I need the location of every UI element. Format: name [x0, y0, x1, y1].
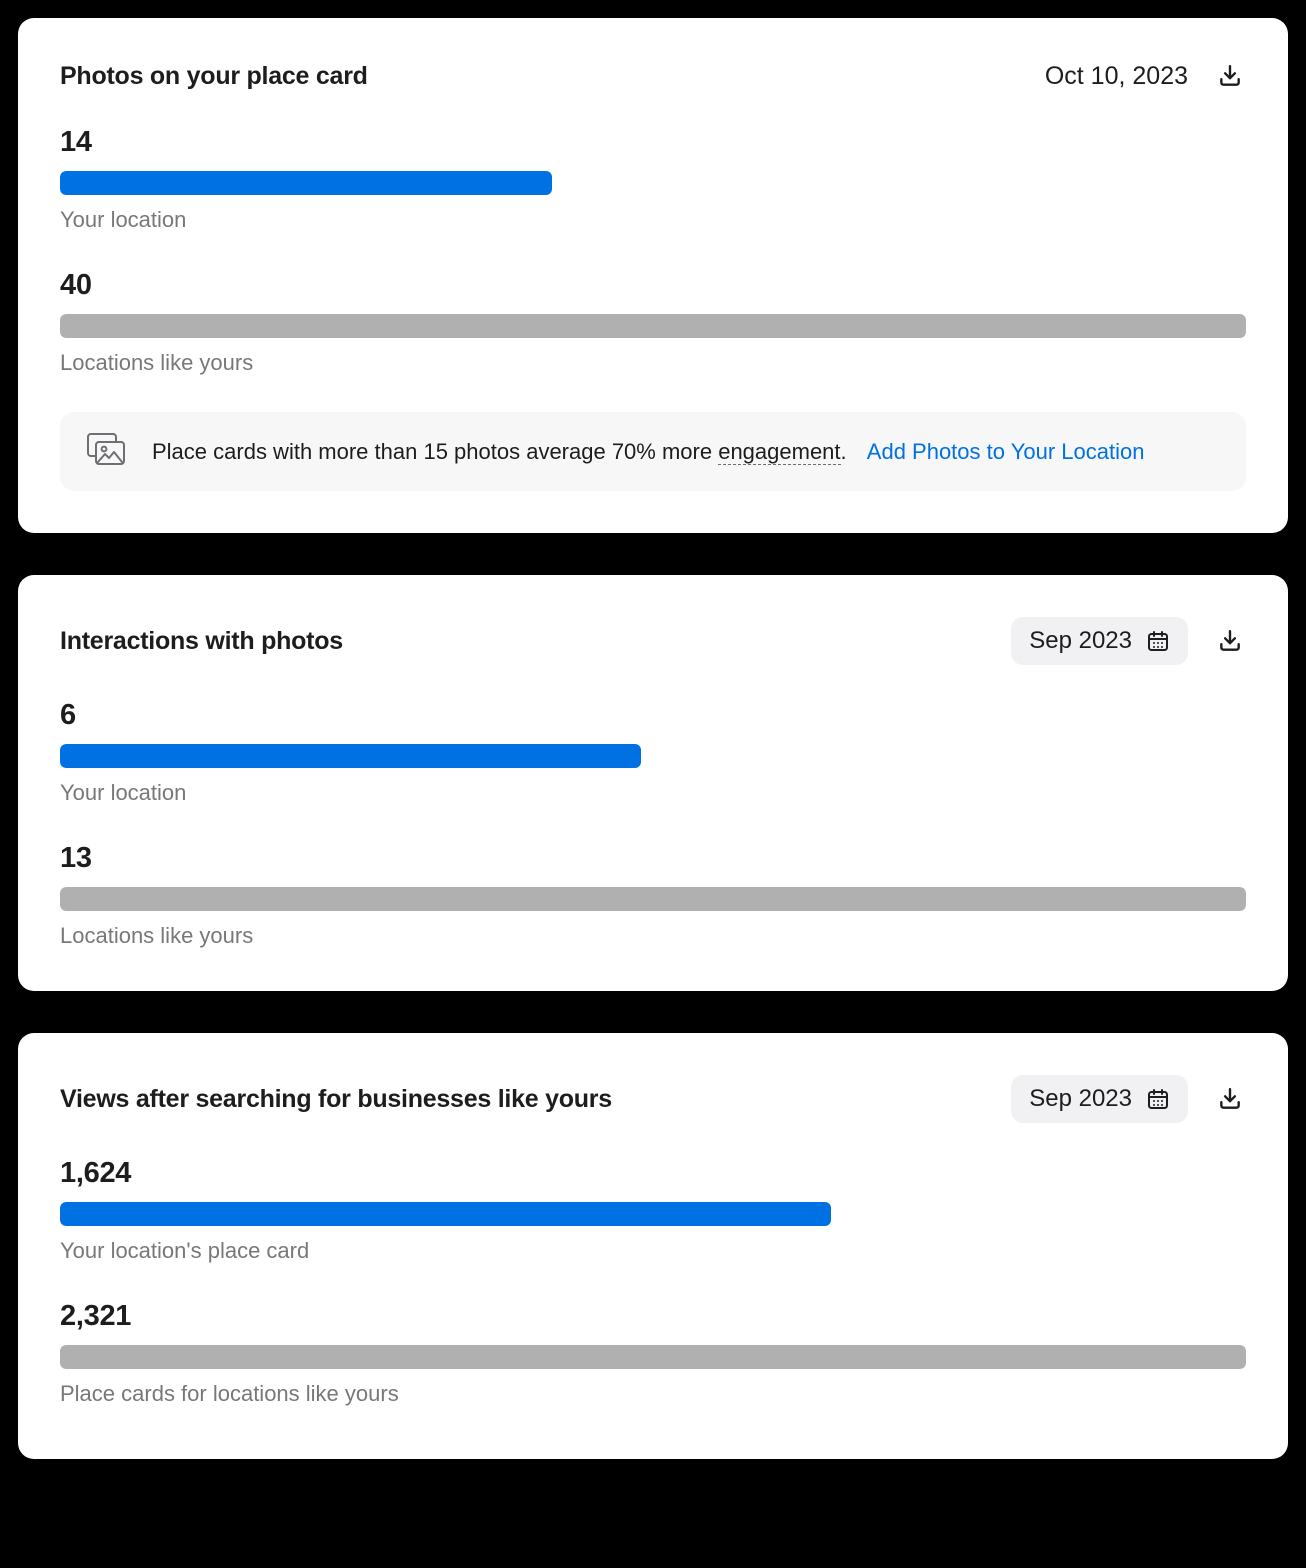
download-button[interactable] — [1214, 60, 1246, 92]
metric-label: Locations like yours — [60, 923, 1246, 949]
card-interactions-with-photos: Interactions with photos Sep 2023 — [18, 575, 1288, 991]
bar-track — [60, 744, 1246, 768]
metric-value: 2,321 — [60, 1300, 1246, 1333]
metric-value: 14 — [60, 126, 1246, 159]
calendar-icon — [1146, 1087, 1170, 1111]
card-photos-on-place-card: Photos on your place card Oct 10, 2023 1… — [18, 18, 1288, 533]
tip-box: Place cards with more than 15 photos ave… — [60, 412, 1246, 491]
bar-track — [60, 314, 1246, 338]
card-header: Photos on your place card Oct 10, 2023 — [60, 60, 1246, 92]
card-views-after-searching: Views after searching for businesses lik… — [18, 1033, 1288, 1459]
metric-label: Locations like yours — [60, 350, 1246, 376]
date-label: Oct 10, 2023 — [1045, 62, 1188, 91]
bar-fill-compare — [60, 887, 1246, 911]
metric-label: Your location's place card — [60, 1238, 1246, 1264]
card-header-right: Sep 2023 — [1011, 617, 1246, 665]
bar-fill-compare — [60, 314, 1246, 338]
card-title: Interactions with photos — [60, 627, 343, 656]
card-title: Views after searching for businesses lik… — [60, 1085, 612, 1114]
date-range-label: Sep 2023 — [1029, 627, 1132, 655]
metric-your-location: 6 Your location — [60, 699, 1246, 806]
bar-fill-self — [60, 1202, 831, 1226]
metric-value: 13 — [60, 842, 1246, 875]
download-icon — [1217, 628, 1243, 654]
bar-track — [60, 1345, 1246, 1369]
download-button[interactable] — [1214, 1083, 1246, 1115]
card-title: Photos on your place card — [60, 62, 368, 91]
metric-your-location: 1,624 Your location's place card — [60, 1157, 1246, 1264]
date-range-picker[interactable]: Sep 2023 — [1011, 1075, 1188, 1123]
photos-icon — [86, 432, 126, 471]
add-photos-link[interactable]: Add Photos to Your Location — [867, 439, 1145, 464]
download-button[interactable] — [1214, 625, 1246, 657]
metric-label: Your location — [60, 780, 1246, 806]
metric-label: Place cards for locations like yours — [60, 1381, 1246, 1407]
card-header: Interactions with photos Sep 2023 — [60, 617, 1246, 665]
metric-your-location: 14 Your location — [60, 126, 1246, 233]
download-icon — [1217, 63, 1243, 89]
metric-value: 1,624 — [60, 1157, 1246, 1190]
metric-value: 40 — [60, 269, 1246, 302]
calendar-icon — [1146, 629, 1170, 653]
metric-locations-like-yours: 40 Locations like yours — [60, 269, 1246, 376]
date-range-label: Sep 2023 — [1029, 1085, 1132, 1113]
bar-track — [60, 887, 1246, 911]
bar-fill-self — [60, 171, 552, 195]
bar-track — [60, 171, 1246, 195]
metric-label: Your location — [60, 207, 1246, 233]
bar-fill-compare — [60, 1345, 1246, 1369]
card-header-right: Sep 2023 — [1011, 1075, 1246, 1123]
tip-underlined-term[interactable]: engagement — [718, 439, 840, 465]
metric-locations-like-yours: 13 Locations like yours — [60, 842, 1246, 949]
download-icon — [1217, 1086, 1243, 1112]
card-header-right: Oct 10, 2023 — [1045, 60, 1246, 92]
tip-text: Place cards with more than 15 photos ave… — [152, 437, 1144, 467]
tip-text-prefix: Place cards with more than 15 photos ave… — [152, 439, 718, 464]
card-header: Views after searching for businesses lik… — [60, 1075, 1246, 1123]
tip-text-suffix: . — [841, 439, 847, 464]
metric-value: 6 — [60, 699, 1246, 732]
bar-fill-self — [60, 744, 641, 768]
metric-locations-like-yours: 2,321 Place cards for locations like you… — [60, 1300, 1246, 1407]
bar-track — [60, 1202, 1246, 1226]
date-range-picker[interactable]: Sep 2023 — [1011, 617, 1188, 665]
